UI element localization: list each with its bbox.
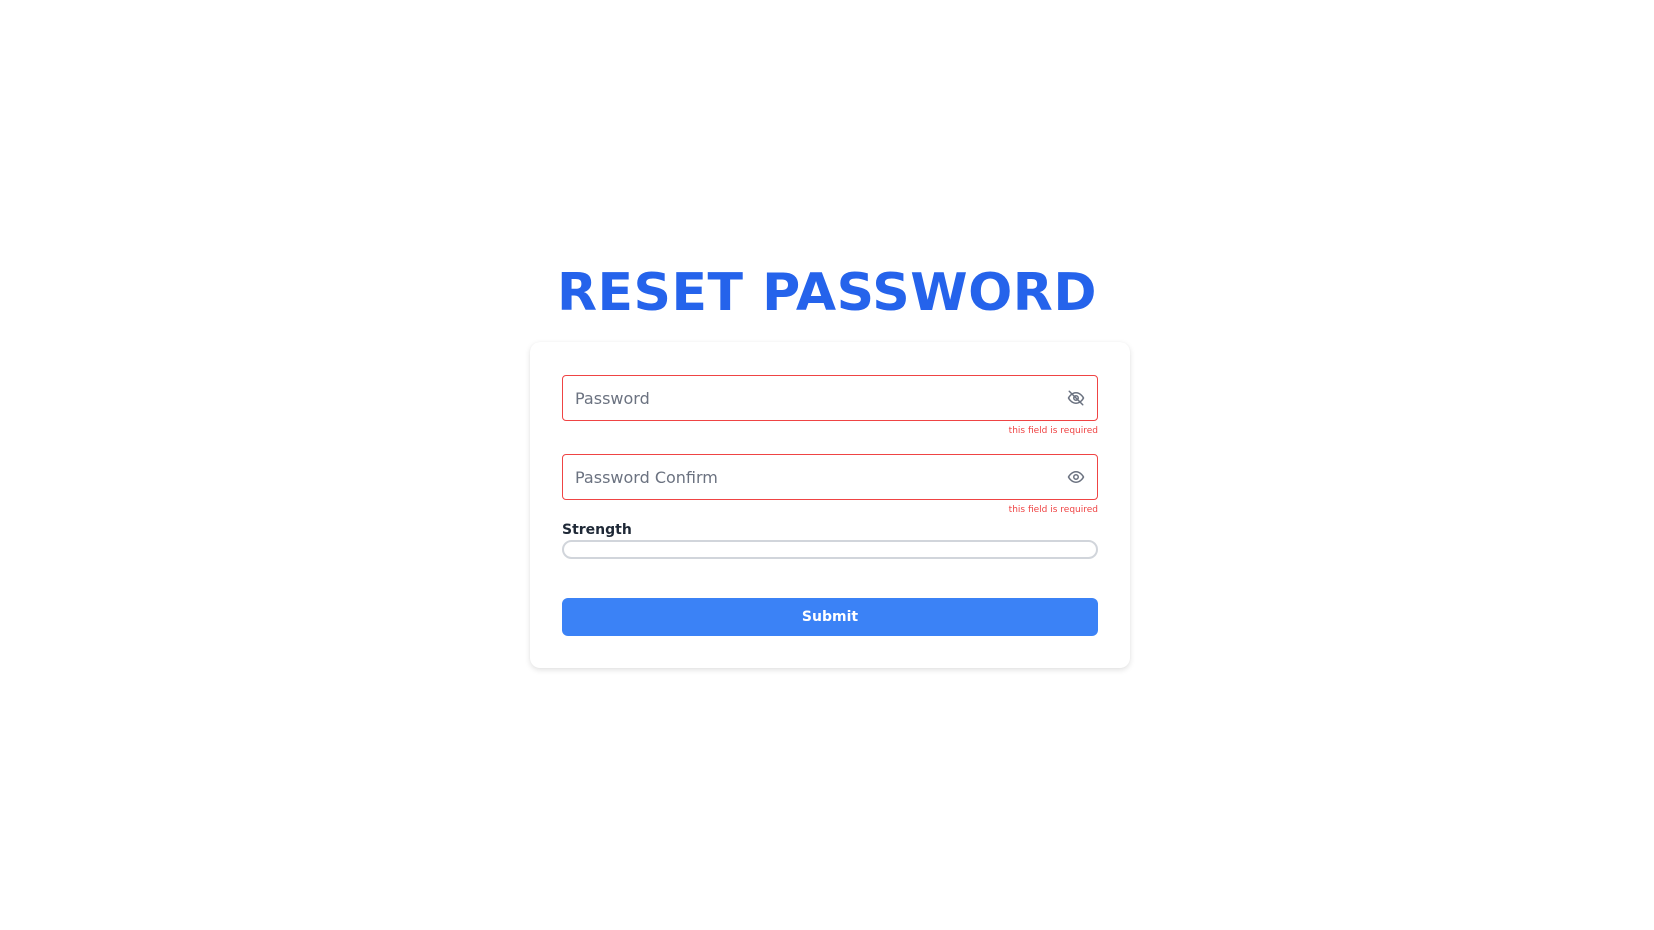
password-confirm-input[interactable] bbox=[575, 455, 1045, 499]
password-field[interactable] bbox=[562, 375, 1098, 421]
strength-meter bbox=[562, 540, 1098, 559]
eye-off-icon[interactable] bbox=[1067, 389, 1085, 407]
reset-password-page: RESET PASSWORD this field is required th… bbox=[0, 0, 1654, 930]
reset-password-card: this field is required this field is req… bbox=[530, 342, 1130, 668]
password-confirm-error: this field is required bbox=[1008, 505, 1098, 515]
password-input[interactable] bbox=[575, 376, 1045, 420]
eye-icon[interactable] bbox=[1067, 468, 1085, 486]
password-error: this field is required bbox=[1008, 426, 1098, 436]
strength-label: Strength bbox=[562, 522, 632, 538]
page-title: RESET PASSWORD bbox=[556, 263, 1098, 323]
submit-button[interactable]: Submit bbox=[562, 598, 1098, 636]
password-confirm-field[interactable] bbox=[562, 454, 1098, 500]
